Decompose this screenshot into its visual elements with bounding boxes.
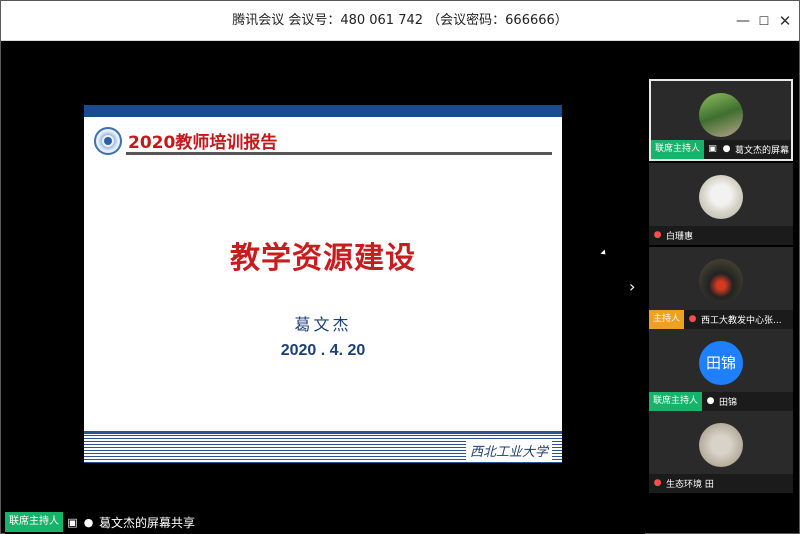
close-icon[interactable]: ✕: [775, 11, 795, 31]
role-badge: 联席主持人: [651, 140, 705, 159]
participant-name: 田锦: [719, 398, 738, 408]
slide-date: 2020 . 4. 20: [280, 342, 366, 359]
role-badge: 联席主持人: [649, 392, 703, 411]
avatar: [699, 175, 743, 219]
microphone-icon: ●: [706, 396, 715, 406]
maximize-icon[interactable]: ☐: [754, 11, 774, 31]
role-badge: 主持人: [649, 310, 685, 329]
microphone-icon: ●: [83, 515, 94, 529]
participant-namebar: ● 白珊惠: [649, 226, 793, 245]
avatar: [699, 93, 743, 137]
participant-name: 白珊惠: [666, 232, 694, 242]
participant-tile[interactable]: ● 生态环境 田: [649, 411, 793, 493]
title-bar: 腾讯会议 会议号：480 061 742 （会议密码：666666） — ☐ ✕: [1, 1, 799, 41]
slide-top-bar: [84, 105, 562, 117]
avatar: [699, 259, 743, 303]
microphone-muted-icon: ●: [688, 314, 697, 324]
participant-tile[interactable]: 田锦 联席主持人 ● 田锦: [649, 329, 793, 411]
university-signature: 西北工业大学: [465, 441, 552, 460]
participant-namebar: 联席主持人 ▣ ● 葛文杰的屏幕: [651, 140, 791, 159]
participant-namebar: ● 生态环境 田: [649, 474, 793, 493]
microphone-muted-icon: ●: [653, 230, 662, 240]
microphone-muted-icon: ●: [653, 478, 662, 488]
share-screen-icon: ▣: [67, 515, 78, 529]
microphone-icon: ●: [722, 144, 731, 154]
slide-main-title: 教学资源建设: [230, 241, 416, 276]
participant-tile[interactable]: 联席主持人 ▣ ● 葛文杰的屏幕: [649, 79, 793, 161]
participant-name: 葛文杰的屏幕: [735, 146, 790, 156]
screen-share-status: 联席主持人 ▣ ● 葛文杰的屏幕共享: [5, 512, 195, 532]
participant-tile[interactable]: 主持人 ● 西工大教发中心张...: [649, 247, 793, 329]
participant-namebar: 主持人 ● 西工大教发中心张...: [649, 310, 793, 329]
meeting-window: 腾讯会议 会议号：480 061 742 （会议密码：666666） — ☐ ✕…: [0, 0, 800, 534]
sharer-label: 葛文杰的屏幕共享: [99, 515, 196, 530]
slide-heading: 2020教师培训报告: [128, 133, 278, 153]
chevron-right-icon[interactable]: ›: [629, 277, 635, 296]
participant-name: 西工大教发中心张...: [701, 316, 782, 326]
slide-author: 葛文杰: [294, 315, 352, 334]
share-screen-icon: ▣: [708, 144, 717, 154]
minimize-icon[interactable]: —: [733, 11, 753, 31]
avatar: [699, 423, 743, 467]
participant-namebar: 联席主持人 ● 田锦: [649, 392, 793, 411]
window-title: 腾讯会议 会议号：480 061 742 （会议密码：666666）: [232, 13, 568, 28]
role-badge: 联席主持人: [5, 512, 63, 532]
avatar: 田锦: [699, 341, 743, 385]
participant-tile[interactable]: ● 白珊惠: [649, 163, 793, 245]
slide-heading-divider: [126, 152, 552, 155]
shared-slide: 2020教师培训报告 教学资源建设 葛文杰 2020 . 4. 20 西北工业大…: [84, 105, 562, 463]
university-logo-icon: [94, 127, 122, 155]
participant-name: 生态环境 田: [666, 480, 714, 490]
